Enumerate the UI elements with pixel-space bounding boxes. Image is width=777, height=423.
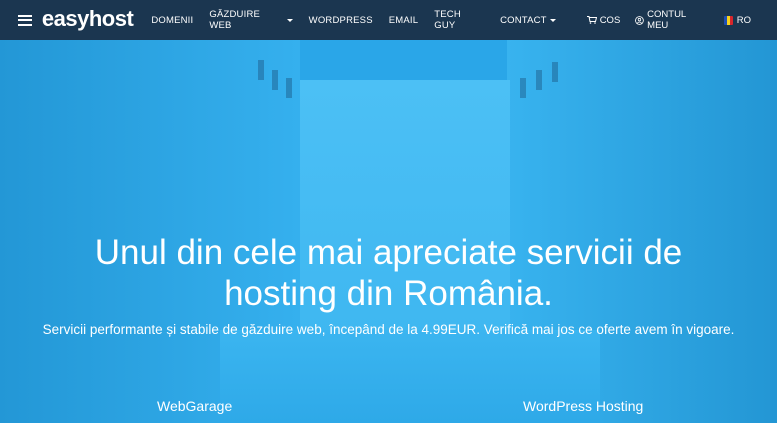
account-link[interactable]: CONTUL MEU	[635, 9, 708, 31]
main-menu: DOMENII GĂZDUIRE WEB WORDPRESS EMAIL TEC…	[151, 9, 571, 31]
nav-item-contact[interactable]: CONTACT	[500, 9, 556, 31]
nav-item-domenii[interactable]: DOMENII	[151, 9, 193, 31]
rack-light	[258, 60, 264, 80]
caret-down-icon	[286, 18, 293, 22]
nav-item-label: TECH GUY	[434, 9, 461, 31]
nav-item-email[interactable]: EMAIL	[389, 9, 419, 31]
language-switcher[interactable]: RO	[723, 14, 751, 26]
user-icon	[635, 15, 645, 25]
rack-light	[520, 78, 526, 98]
plan-title-wordpress-hosting[interactable]: WordPress Hosting	[523, 398, 643, 414]
nav-item-label: EMAIL	[388, 14, 419, 26]
hero-background	[0, 0, 777, 423]
utility-menu: COS CONTUL MEU RO	[572, 9, 751, 31]
romania-flag-icon	[723, 15, 733, 25]
nav-item-label: DOMENII	[151, 14, 194, 26]
cart-icon	[586, 16, 597, 24]
logo[interactable]: easyhost	[42, 6, 134, 32]
nav-item-label: WORDPRESS	[308, 14, 373, 26]
hero-subtitle: Servicii performante și stabile de găzdu…	[42, 322, 735, 337]
nav-item-wordpress[interactable]: WORDPRESS	[309, 9, 373, 31]
hamburger-icon[interactable]	[18, 14, 32, 26]
top-navbar: easyhost DOMENII GĂZDUIRE WEB WORDPRESS …	[0, 0, 777, 40]
hero-headline: Unul din cele mai apreciate servicii de …	[0, 232, 777, 314]
language-label: RO	[736, 14, 751, 26]
rack-light	[552, 62, 558, 82]
cart-label: COS	[599, 14, 621, 26]
rack-light	[286, 78, 292, 98]
account-label: CONTUL MEU	[647, 9, 686, 31]
hero-headline-line: hosting din România.	[224, 274, 553, 313]
rack-light	[272, 70, 278, 90]
rack-light	[536, 70, 542, 90]
hero-headline-line: Unul din cele mai apreciate servicii de	[94, 233, 683, 272]
nav-item-tech-guy[interactable]: TECH GUY	[434, 9, 484, 31]
nav-item-label: GĂZDUIRE WEB	[209, 9, 261, 31]
caret-down-icon	[549, 18, 556, 22]
cart-link[interactable]: COS	[586, 14, 621, 26]
nav-item-label: CONTACT	[500, 14, 547, 26]
plan-title-webgarage[interactable]: WebGarage	[157, 398, 232, 414]
nav-item-gazduire-web[interactable]: GĂZDUIRE WEB	[209, 9, 293, 31]
